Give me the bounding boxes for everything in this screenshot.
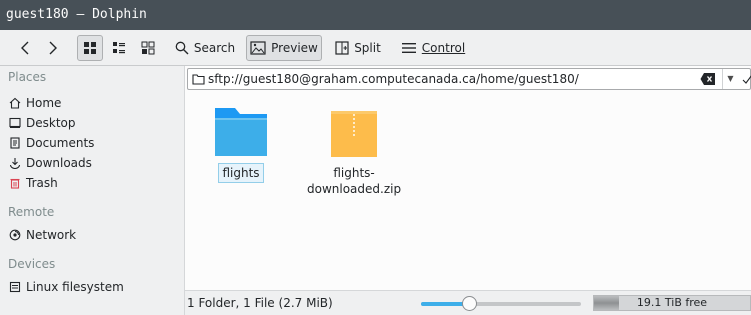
file-item-zip[interactable]: flights-downloaded.zip: [304, 110, 404, 198]
back-button[interactable]: [14, 35, 36, 61]
place-linux-filesystem-label: Linux filesystem: [26, 280, 124, 294]
file-item-folder[interactable]: flights: [191, 104, 291, 183]
icons-view-button[interactable]: [77, 35, 103, 61]
place-downloads-label: Downloads: [26, 156, 92, 170]
control-label: Control: [421, 41, 466, 55]
control-button[interactable]: Control: [394, 35, 472, 61]
preview-label: Preview: [271, 41, 318, 55]
location-url[interactable]: sftp://guest180@graham.computecanada.ca/…: [208, 69, 579, 89]
compact-view-button[interactable]: [106, 35, 132, 61]
network-icon: [8, 228, 22, 242]
clear-location-icon[interactable]: [700, 72, 716, 89]
hamburger-menu-icon: [401, 43, 416, 53]
place-home[interactable]: Home: [8, 93, 61, 113]
split-view-icon: [335, 41, 349, 55]
view-compact-icon: [113, 42, 125, 54]
file-name: flights: [218, 163, 264, 183]
preview-icon: [250, 41, 266, 55]
window-title: guest180 — Dolphin: [0, 0, 751, 30]
home-icon: [8, 96, 22, 110]
file-name-line2: downloaded.zip: [307, 182, 402, 196]
places-panel: Places Home Desktop Documents Downloads …: [0, 66, 184, 315]
documents-icon: [8, 136, 22, 150]
view-details-icon: [141, 41, 155, 55]
toolbar: Search Preview Split Control: [0, 30, 751, 66]
place-documents-label: Documents: [26, 136, 95, 150]
downloads-icon: [8, 156, 22, 170]
drive-icon: [8, 280, 22, 294]
desktop-icon: [8, 116, 22, 130]
file-name: flights-downloaded.zip: [304, 164, 404, 198]
zoom-slider-handle[interactable]: [462, 296, 477, 311]
free-space-text: 19.1 TiB free: [636, 296, 708, 309]
place-downloads[interactable]: Downloads: [8, 153, 92, 173]
zoom-slider[interactable]: [421, 296, 581, 311]
file-view[interactable]: sftp://guest180@graham.computecanada.ca/…: [185, 66, 751, 290]
place-trash-label: Trash: [26, 176, 58, 190]
folder-icon: [215, 108, 267, 156]
preview-button[interactable]: Preview: [246, 35, 322, 61]
status-summary: 1 Folder, 1 File (2.7 MiB): [187, 296, 333, 310]
trash-icon: [8, 176, 22, 190]
devices-heading: Devices: [8, 257, 56, 271]
history-dropdown-icon[interactable]: ▼: [722, 69, 738, 89]
split-button[interactable]: Split: [330, 35, 386, 61]
free-space-bar[interactable]: 19.1 TiB free: [593, 295, 751, 311]
accept-location-icon[interactable]: [742, 72, 751, 89]
place-desktop-label: Desktop: [26, 116, 76, 130]
details-view-button[interactable]: [135, 35, 161, 61]
forward-button[interactable]: [42, 35, 64, 61]
status-bar: 1 Folder, 1 File (2.7 MiB) 19.1 TiB free: [185, 290, 751, 315]
search-button[interactable]: Search: [170, 35, 240, 61]
remote-heading: Remote: [8, 205, 55, 219]
file-name-line1: flights-: [333, 166, 375, 180]
search-label: Search: [193, 41, 236, 55]
place-documents[interactable]: Documents: [8, 133, 94, 153]
place-network-label: Network: [26, 228, 77, 242]
split-label: Split: [354, 41, 381, 55]
location-bar[interactable]: sftp://guest180@graham.computecanada.ca/…: [187, 68, 751, 90]
chevron-left-icon: [21, 41, 29, 55]
chevron-right-icon: [49, 41, 57, 55]
places-heading: Places: [8, 70, 47, 84]
folder-small-icon: [192, 73, 205, 88]
zip-archive-icon: [331, 111, 377, 157]
place-desktop[interactable]: Desktop: [8, 113, 76, 133]
place-home-label: Home: [26, 96, 62, 110]
search-icon: [175, 41, 189, 55]
place-network[interactable]: Network: [8, 225, 76, 245]
place-linux-filesystem[interactable]: Linux filesystem: [8, 277, 124, 297]
view-icons-icon: [84, 42, 96, 54]
place-trash[interactable]: Trash: [8, 173, 58, 193]
